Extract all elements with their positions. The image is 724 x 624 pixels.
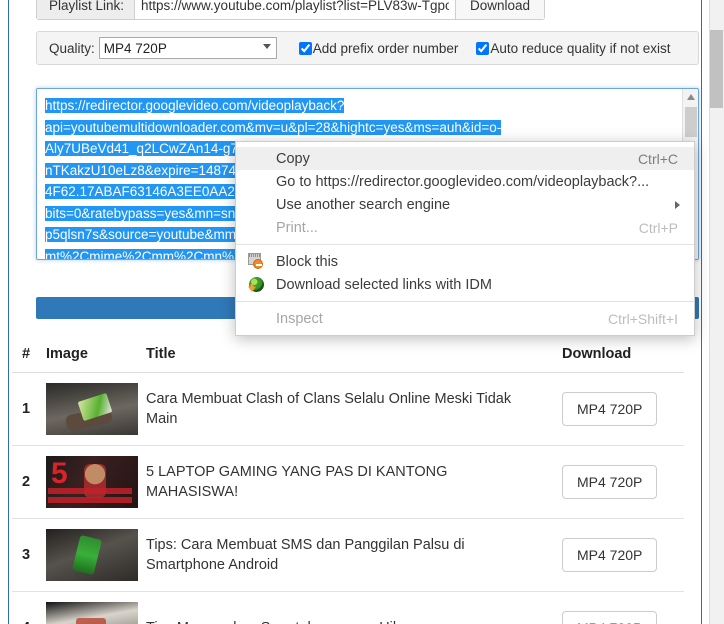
window-scrollbar-thumb[interactable] xyxy=(710,30,723,108)
row-download-button[interactable]: MP4 720P xyxy=(562,392,657,426)
menu-item-label: Inspect xyxy=(276,311,588,327)
menu-separator xyxy=(236,244,694,245)
menu-item-download-selected-links-with-idm[interactable]: Download selected links with IDM xyxy=(236,273,694,296)
header-image: Image xyxy=(46,342,146,373)
add-prefix-checkbox-group[interactable]: Add prefix order number xyxy=(299,41,459,56)
results-table: # Image Title Download 1 Cara Membuat Cla… xyxy=(12,342,684,624)
video-thumbnail xyxy=(46,529,138,581)
auto-reduce-label: Auto reduce quality if not exist xyxy=(490,41,670,56)
quality-select[interactable]: MP4 720P xyxy=(99,37,277,59)
playlist-download-button[interactable]: Download xyxy=(455,0,544,19)
idm-icon xyxy=(248,276,265,293)
auto-reduce-checkbox-group[interactable]: Auto reduce quality if not exist xyxy=(476,41,670,56)
row-download-cell: MP4 720P xyxy=(554,373,684,446)
menu-item-inspect: Inspect Ctrl+Shift+I xyxy=(236,307,694,330)
row-download-cell: MP4 720P xyxy=(554,592,684,624)
table-row: 4 Tips Menemukan Smartphone yang Hilang MP… xyxy=(12,592,684,624)
thumbnail-art xyxy=(46,383,138,435)
table-row: 3 Tips: Cara Membuat SMS dan Panggilan Pa… xyxy=(12,519,684,592)
header-download: Download xyxy=(554,342,684,373)
header-number: # xyxy=(12,342,46,373)
add-prefix-checkbox[interactable] xyxy=(299,42,312,55)
row-number: 3 xyxy=(12,519,46,592)
row-download-button[interactable]: MP4 720P xyxy=(562,465,657,499)
quality-select-wrap: MP4 720P xyxy=(99,37,277,59)
menu-item-shortcut: Ctrl+C xyxy=(638,151,678,167)
row-thumbnail-cell xyxy=(46,373,146,446)
table-body: 1 Cara Membuat Clash of Clans Selalu Onli… xyxy=(12,373,684,624)
row-title: Tips: Cara Membuat SMS dan Panggilan Pal… xyxy=(146,519,554,592)
textarea-scrollbar-thumb[interactable] xyxy=(685,107,697,137)
options-bar: Quality: MP4 720P Add prefix order numbe… xyxy=(36,31,699,65)
video-thumbnail xyxy=(46,456,138,508)
menu-item-label: Go to https://redirector.googlevideo.com… xyxy=(276,174,678,190)
playlist-link-label: Playlist Link: xyxy=(37,0,135,19)
header-title: Title xyxy=(146,342,554,373)
video-thumbnail xyxy=(46,383,138,435)
row-thumbnail-cell xyxy=(46,592,146,624)
page-left-rule xyxy=(8,0,9,624)
row-title: Tips Menemukan Smartphone yang Hilang xyxy=(146,592,554,624)
menu-item-label: Copy xyxy=(276,151,618,167)
context-menu[interactable]: Copy Ctrl+C Go to https://redirector.googl… xyxy=(235,141,695,336)
row-thumbnail-cell xyxy=(46,519,146,592)
playlist-link-row: Playlist Link: Download xyxy=(36,0,545,20)
row-number: 4 xyxy=(12,592,46,624)
menu-item-go-to-https-redirector-googlevid[interactable]: Go to https://redirector.googlevideo.com… xyxy=(236,170,694,193)
playlist-link-input[interactable] xyxy=(135,0,455,19)
scroll-up-arrow-icon[interactable] xyxy=(687,94,695,100)
thumbnail-art xyxy=(46,529,138,581)
chevron-right-icon xyxy=(675,201,680,209)
menu-item-block-this[interactable]: Block this xyxy=(236,250,694,273)
menu-item-print: Print... Ctrl+P xyxy=(236,216,694,239)
row-download-button[interactable]: MP4 720P xyxy=(562,611,657,624)
page-root: Playlist Link: Download Quality: MP4 720… xyxy=(0,0,724,624)
menu-item-label: Use another search engine xyxy=(276,197,678,213)
row-download-cell: MP4 720P xyxy=(554,446,684,519)
window-scrollbar[interactable] xyxy=(709,0,724,624)
menu-item-copy[interactable]: Copy Ctrl+C xyxy=(236,147,694,170)
menu-item-shortcut: Ctrl+Shift+I xyxy=(608,311,678,327)
menu-item-shortcut: Ctrl+P xyxy=(639,220,678,236)
row-download-button[interactable]: MP4 720P xyxy=(562,538,657,572)
menu-item-label: Download selected links with IDM xyxy=(276,277,678,293)
add-prefix-label: Add prefix order number xyxy=(313,41,459,56)
auto-reduce-checkbox[interactable] xyxy=(476,42,489,55)
menu-separator xyxy=(236,301,694,302)
row-thumbnail-cell xyxy=(46,446,146,519)
row-number: 1 xyxy=(12,373,46,446)
block-icon xyxy=(248,253,265,270)
menu-item-label: Block this xyxy=(276,254,678,270)
video-thumbnail xyxy=(46,602,138,624)
menu-item-use-another-search-engine[interactable]: Use another search engine xyxy=(236,193,694,216)
row-number: 2 xyxy=(12,446,46,519)
url-line: https://redirector.googlevideo.com/video… xyxy=(45,95,675,117)
row-download-cell: MP4 720P xyxy=(554,519,684,592)
thumbnail-caption-overlay xyxy=(48,488,132,504)
table-header-row: # Image Title Download xyxy=(12,342,684,373)
thumbnail-art xyxy=(46,602,138,624)
menu-item-label: Print... xyxy=(276,220,619,236)
url-line: api=youtubemultidownloader.com&mv=u&pl=2… xyxy=(45,117,675,139)
quality-label: Quality: xyxy=(49,41,95,56)
table-row: 1 Cara Membuat Clash of Clans Selalu Onli… xyxy=(12,373,684,446)
row-title: 5 LAPTOP GAMING YANG PAS DI KANTONG MAHA… xyxy=(146,446,554,519)
row-title: Cara Membuat Clash of Clans Selalu Onlin… xyxy=(146,373,554,446)
table-row: 2 5 LAPTOP GAMING YANG PAS DI KANTONG MAH… xyxy=(12,446,684,519)
page-right-rule xyxy=(701,0,702,624)
